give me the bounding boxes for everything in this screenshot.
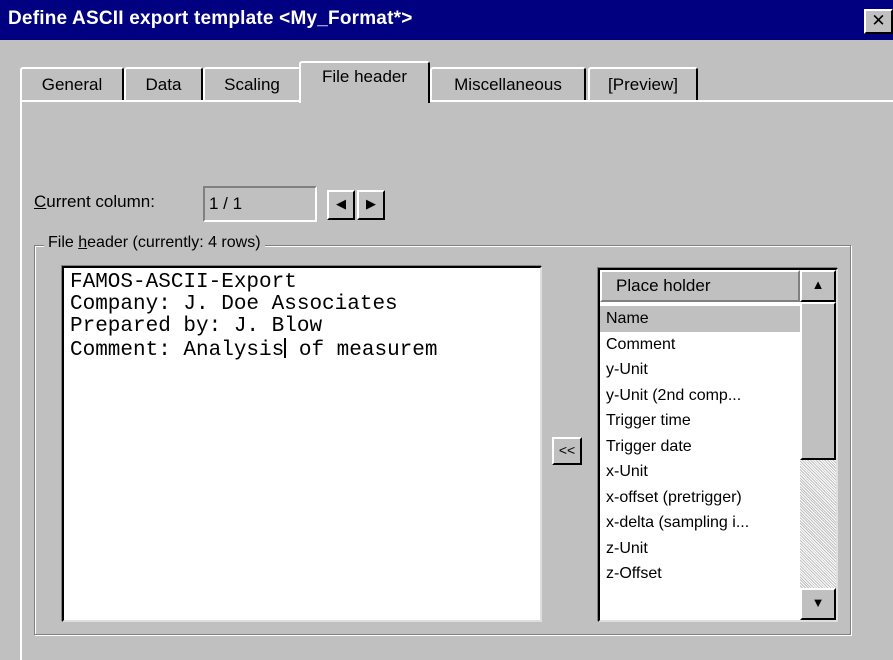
arrow-left-icon: ◀ [336, 196, 346, 211]
previous-column-button[interactable]: ◀ [327, 190, 355, 220]
close-icon: ✕ [871, 11, 886, 30]
file-header-caption: File header (currently: 4 rows) [44, 234, 265, 252]
list-item[interactable]: y-Unit (2nd comp... [600, 383, 800, 409]
current-column-field[interactable]: 1 / 1 [203, 186, 317, 222]
tab-file-header[interactable]: File header [299, 61, 430, 103]
placeholder-list[interactable]: Place holder Name Comment y-Unit y-Unit … [598, 268, 838, 622]
header-line: Prepared by: J. Blow [70, 315, 323, 338]
window-title: Define ASCII export template <My_Format*… [8, 8, 413, 29]
placeholder-scrollbar[interactable]: ▲ ▼ [800, 270, 836, 620]
header-line-with-caret: Comment: Analysis of measurem [70, 338, 438, 362]
tab-scaling[interactable]: Scaling [203, 67, 301, 101]
scroll-up-button[interactable]: ▲ [800, 270, 836, 302]
title-bar: Define ASCII export template <My_Format*… [0, 0, 893, 40]
list-item[interactable]: x-Unit [600, 459, 800, 485]
scroll-down-icon: ▼ [811, 595, 825, 610]
next-column-button[interactable]: ▶ [357, 190, 385, 220]
list-item[interactable]: Trigger date [600, 434, 800, 460]
list-item[interactable]: Trigger time [600, 408, 800, 434]
file-header-editor[interactable]: FAMOS-ASCII-Export Company: J. Doe Assoc… [62, 266, 542, 622]
scroll-down-button[interactable]: ▼ [800, 588, 836, 620]
placeholder-list-header[interactable]: Place holder [600, 270, 800, 302]
list-item[interactable]: x-delta (sampling i... [600, 510, 800, 536]
scroll-thumb[interactable] [800, 302, 836, 460]
placeholder-items: Name Comment y-Unit y-Unit (2nd comp... … [600, 306, 800, 587]
list-item[interactable]: Name [600, 306, 800, 332]
list-item[interactable]: z-Unit [600, 536, 800, 562]
list-item[interactable]: x-offset (pretrigger) [600, 485, 800, 511]
tab-miscellaneous[interactable]: Miscellaneous [430, 67, 586, 101]
scroll-up-icon: ▲ [811, 277, 825, 292]
arrow-right-icon: ▶ [366, 196, 376, 211]
header-line: FAMOS-ASCII-Export [70, 271, 297, 294]
tab-data[interactable]: Data [124, 67, 203, 101]
list-item[interactable]: z-Offset [600, 561, 800, 587]
list-item[interactable]: Comment [600, 332, 800, 358]
header-line: Company: J. Doe Associates [70, 293, 398, 316]
active-tab-join [301, 99, 428, 104]
tab-preview[interactable]: [Preview] [588, 67, 698, 101]
list-item[interactable]: y-Unit [600, 357, 800, 383]
tab-general[interactable]: General [20, 67, 124, 101]
current-column-label: Current column: [34, 192, 155, 211]
insert-placeholder-button[interactable]: << [552, 437, 582, 465]
close-button[interactable]: ✕ [864, 9, 893, 34]
